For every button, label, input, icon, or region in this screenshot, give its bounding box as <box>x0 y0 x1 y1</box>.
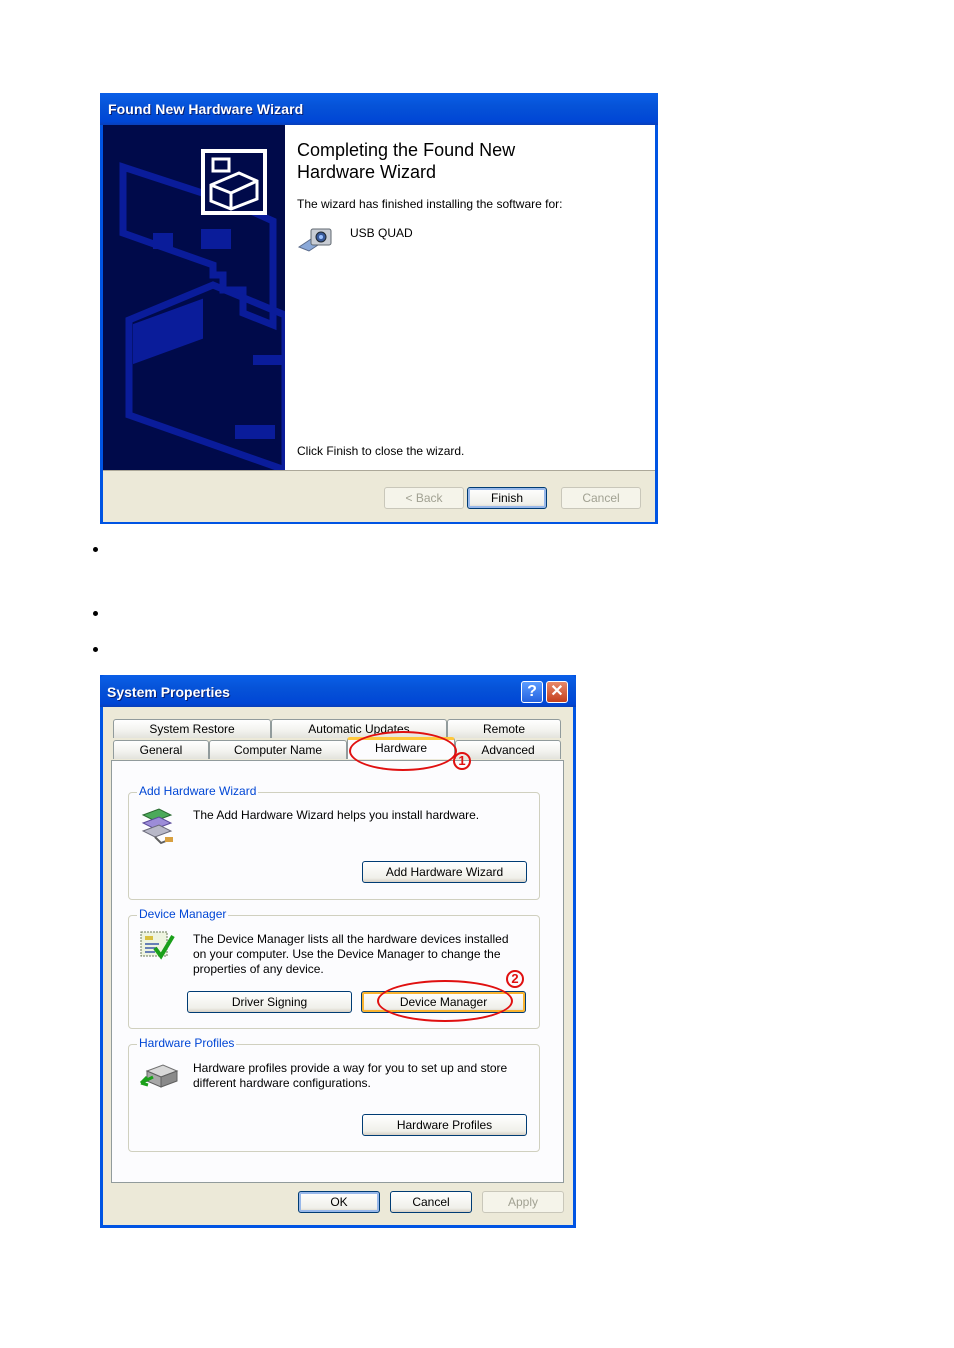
apply-button[interactable]: Apply <box>482 1191 564 1213</box>
cancel-button[interactable]: Cancel <box>390 1191 472 1213</box>
wizard-heading: Completing the Found New Hardware Wizard <box>297 139 515 183</box>
group-label: Device Manager <box>137 907 229 921</box>
finish-button[interactable]: Finish <box>467 487 547 509</box>
device-manager-group: Device Manager The Device Manager lists … <box>128 907 540 1029</box>
tab-computer-name[interactable]: Computer Name <box>209 740 347 759</box>
annotation-step-1: 1 <box>453 752 471 770</box>
camera-device-icon <box>297 225 333 255</box>
cancel-button[interactable]: Cancel <box>561 487 641 509</box>
heading-line-1: Completing the Found New <box>297 140 516 160</box>
tab-automatic-updates[interactable]: Automatic Updates <box>271 719 447 738</box>
tab-system-restore[interactable]: System Restore <box>113 719 271 738</box>
hardware-tab-panel: Add Hardware Wizard The Add Hardware Wiz… <box>111 760 564 1183</box>
group-label: Add Hardware Wizard <box>137 784 259 798</box>
system-properties-title-bar[interactable]: System Properties ? ✕ <box>100 675 576 707</box>
bullet-point-1 <box>93 547 98 552</box>
group-label: Hardware Profiles <box>137 1036 237 1050</box>
dialog-body: System Restore Automatic Updates Remote … <box>103 707 573 1225</box>
annotation-step-2: 2 <box>506 970 524 988</box>
device-manager-button[interactable]: Device Manager <box>361 991 526 1013</box>
tab-remote[interactable]: Remote <box>447 719 561 738</box>
hardware-watermark-graphic <box>119 149 285 470</box>
ok-button[interactable]: OK <box>298 1191 380 1213</box>
wizard-content-pane: Completing the Found New Hardware Wizard… <box>285 125 655 470</box>
hardware-profiles-description: Hardware profiles provide a way for you … <box>193 1061 507 1091</box>
wizard-finished-text: The wizard has finished installing the s… <box>297 197 563 211</box>
hardware-profiles-button[interactable]: Hardware Profiles <box>362 1114 527 1136</box>
hardware-profiles-group: Hardware Profiles Hardware profiles prov… <box>128 1036 540 1152</box>
tab-advanced[interactable]: Advanced <box>455 740 561 759</box>
add-hardware-wizard-button[interactable]: Add Hardware Wizard <box>362 861 527 883</box>
text-line: on your computer. Use the Device Manager… <box>193 947 501 961</box>
hardware-profiles-icon <box>139 1061 179 1097</box>
device-manager-icon <box>139 930 175 966</box>
device-name: USB QUAD <box>350 226 413 240</box>
text-line: The Device Manager lists all the hardwar… <box>193 932 509 946</box>
wizard-title: Found New Hardware Wizard <box>108 101 304 117</box>
add-hardware-icon <box>139 805 175 845</box>
text-line: different hardware configurations. <box>193 1076 371 1090</box>
text-line: properties of any device. <box>193 962 324 976</box>
tab-hardware[interactable]: Hardware <box>347 737 455 759</box>
system-properties-window: System Properties ? ✕ System Restore Aut… <box>100 675 576 1228</box>
question-mark-icon: ? <box>527 683 537 700</box>
wizard-side-graphic <box>103 125 285 470</box>
found-new-hardware-wizard-window: Found New Hardware Wizard Completing the… <box>100 93 658 524</box>
wizard-close-hint: Click Finish to close the wizard. <box>297 444 465 458</box>
window-title: System Properties <box>107 684 230 700</box>
help-button[interactable]: ? <box>521 681 543 703</box>
add-hardware-wizard-group: Add Hardware Wizard The Add Hardware Wiz… <box>128 784 540 900</box>
add-hardware-description: The Add Hardware Wizard helps you instal… <box>193 808 480 822</box>
close-button[interactable]: ✕ <box>546 681 568 703</box>
heading-line-2: Hardware Wizard <box>297 162 437 182</box>
tab-general[interactable]: General <box>113 740 209 759</box>
wizard-title-bar[interactable]: Found New Hardware Wizard <box>100 93 658 125</box>
text-line: Hardware profiles provide a way for you … <box>193 1061 508 1075</box>
back-button[interactable]: < Back <box>384 487 464 509</box>
close-icon: ✕ <box>550 683 564 700</box>
wizard-button-bar: < Back Finish Cancel <box>103 470 655 522</box>
driver-signing-button[interactable]: Driver Signing <box>187 991 352 1013</box>
bullet-point-3 <box>93 647 98 652</box>
device-manager-description: The Device Manager lists all the hardwar… <box>193 932 509 977</box>
bullet-point-2 <box>93 611 98 616</box>
